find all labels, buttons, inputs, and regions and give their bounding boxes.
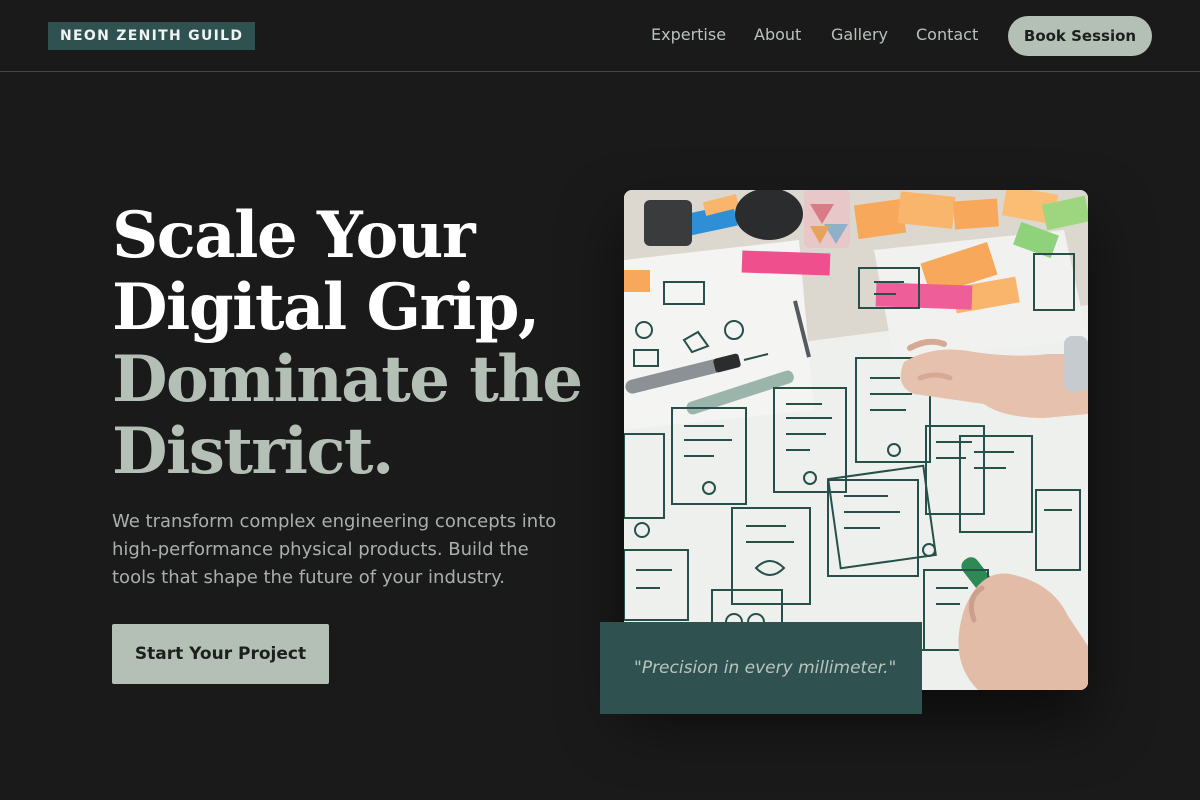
nav-link-about[interactable]: About xyxy=(754,24,801,46)
phone xyxy=(644,200,692,246)
headline-line-accent: Dominate the xyxy=(112,342,583,417)
hero-description: We transform complex engineering concept… xyxy=(112,511,557,588)
headline-line-accent: District. xyxy=(112,414,394,489)
book-session-button[interactable]: Book Session xyxy=(1008,16,1152,56)
nav-link-expertise[interactable]: Expertise xyxy=(651,24,726,46)
headline-line: Scale Your xyxy=(112,198,476,273)
nav-link-contact[interactable]: Contact xyxy=(916,24,978,46)
nav-link-gallery[interactable]: Gallery xyxy=(831,24,888,46)
hero-photo xyxy=(624,190,1088,690)
mug xyxy=(735,190,803,240)
quote-card: "Precision in every millimeter." xyxy=(600,622,922,714)
brand-logo[interactable]: NEON ZENITH GUILD xyxy=(48,22,256,50)
site-header: NEON ZENITH GUILD Expertise About Galler… xyxy=(0,0,1200,72)
start-project-button[interactable]: Start Your Project xyxy=(112,624,329,684)
headline-line: Digital Grip, xyxy=(112,270,540,345)
wireframe-sketch-illustration xyxy=(624,190,1088,690)
hero-headline: Scale Your Digital Grip, Dominate the Di… xyxy=(112,200,632,488)
